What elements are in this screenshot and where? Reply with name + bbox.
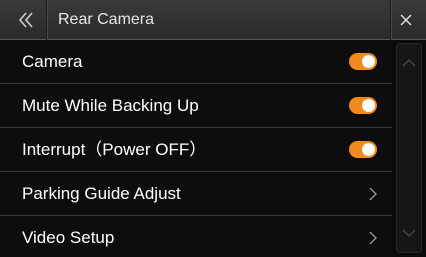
- interrupt-power-off-toggle[interactable]: [349, 141, 377, 158]
- rear-camera-screen: Rear Camera Camera Mute While Backing Up…: [0, 0, 426, 257]
- chevron-down-icon: [402, 229, 416, 237]
- double-chevron-left-icon: [18, 12, 33, 28]
- scroll-thumb[interactable]: [400, 80, 418, 218]
- toggle-knob: [362, 55, 375, 68]
- toggle-knob: [362, 143, 375, 156]
- toggle-knob: [362, 99, 375, 112]
- chevron-right-icon: [369, 231, 377, 245]
- header-divider-right: [390, 0, 391, 40]
- setting-label: Video Setup: [22, 228, 115, 247]
- mute-while-backing-up-toggle[interactable]: [349, 97, 377, 114]
- header-bar: Rear Camera: [0, 0, 426, 40]
- scrollbar[interactable]: [396, 43, 422, 253]
- setting-label: Mute While Backing Up: [22, 96, 199, 115]
- back-button[interactable]: [12, 6, 40, 34]
- chevron-right-icon: [369, 187, 377, 201]
- close-icon: [400, 14, 412, 26]
- setting-row-interrupt-power-off[interactable]: Interrupt（Power OFF）: [0, 128, 392, 172]
- setting-row-mute-while-backing-up[interactable]: Mute While Backing Up: [0, 84, 392, 128]
- header-divider-left: [46, 0, 47, 40]
- camera-toggle[interactable]: [349, 53, 377, 70]
- setting-row-camera[interactable]: Camera: [0, 40, 392, 84]
- page-title: Rear Camera: [58, 11, 155, 28]
- setting-row-video-setup[interactable]: Video Setup: [0, 216, 392, 257]
- setting-label: Parking Guide Adjust: [22, 184, 181, 203]
- setting-row-parking-guide-adjust[interactable]: Parking Guide Adjust: [0, 172, 392, 216]
- setting-label: Interrupt（Power OFF）: [22, 140, 207, 159]
- close-button[interactable]: [392, 6, 420, 34]
- chevron-up-icon: [402, 59, 416, 67]
- scroll-up-button[interactable]: [397, 48, 421, 76]
- setting-label: Camera: [22, 52, 83, 71]
- settings-list: Camera Mute While Backing Up Interrupt（P…: [0, 40, 392, 257]
- scroll-down-button[interactable]: [397, 220, 421, 248]
